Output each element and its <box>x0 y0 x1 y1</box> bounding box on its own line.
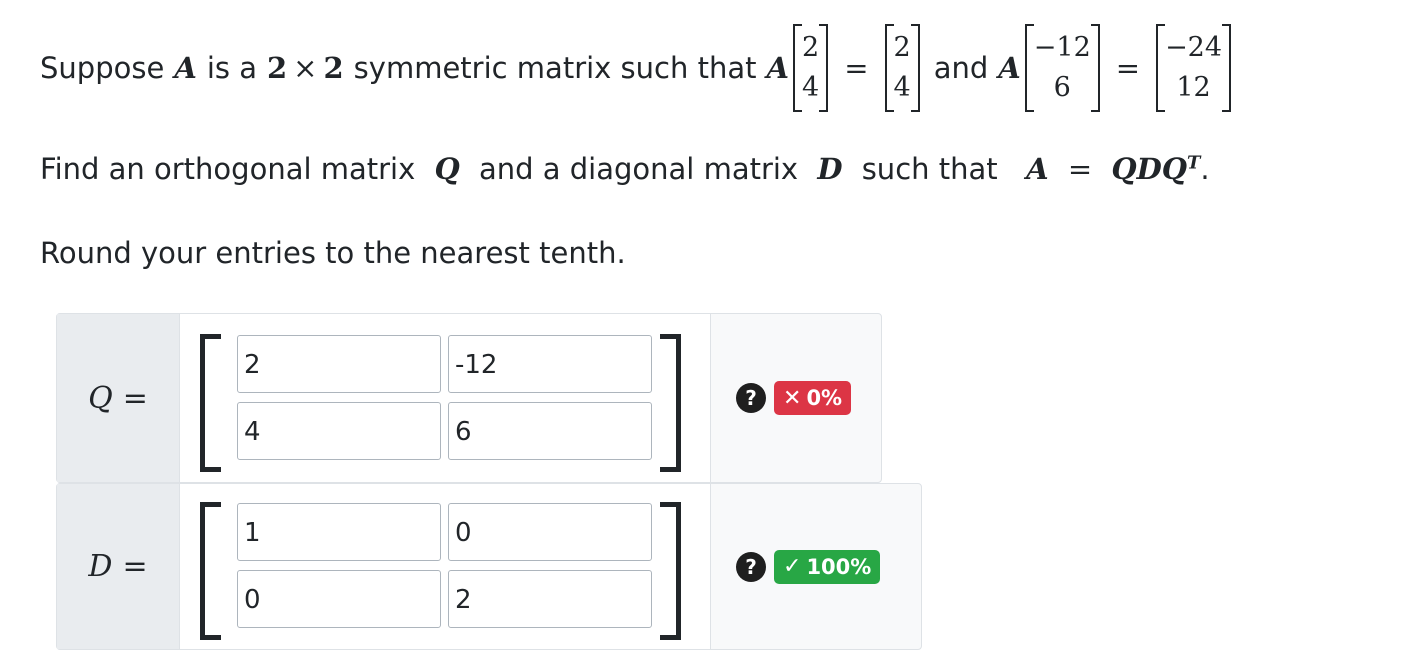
equals-sign: = <box>1067 152 1093 186</box>
result-1-top: 2 <box>893 32 911 63</box>
text-and: and <box>933 51 989 85</box>
q-cell-2-1[interactable]: 4 <box>237 402 441 460</box>
equals-sign: = <box>1115 51 1141 85</box>
text-and-diagonal: and a diagonal matrix <box>478 152 799 186</box>
rounding-instruction: Round your entries to the nearest tenth. <box>40 236 626 270</box>
text-suppose: Suppose <box>40 51 165 85</box>
d-cell-1-2[interactable]: 0 <box>448 503 652 561</box>
d-status: ? ✓ 100% <box>711 484 921 649</box>
q-cell-1-2[interactable]: -12 <box>448 335 652 393</box>
d-equals: = <box>122 549 148 584</box>
right-bracket <box>660 334 681 472</box>
score-text: 100% <box>806 554 872 579</box>
left-bracket <box>200 334 221 472</box>
q-label: Q = <box>57 314 180 482</box>
transpose-sup: T <box>1187 152 1201 174</box>
result-2-top: −24 <box>1165 32 1223 63</box>
vector-2-top: −12 <box>1033 32 1091 63</box>
score-badge-correct: ✓ 100% <box>774 549 881 584</box>
vector-1: 2 4 <box>793 24 829 112</box>
times-sign: × <box>293 51 318 85</box>
d-var: D <box>88 549 113 584</box>
q-equals: = <box>122 380 148 416</box>
q-var: Q <box>88 380 113 416</box>
var-a: A <box>998 51 1021 85</box>
vector-2: −12 6 <box>1024 24 1100 112</box>
text-such-that: such that <box>861 152 998 186</box>
q-status: ? ✕ 0% <box>711 314 881 482</box>
d-cell-2-1[interactable]: 0 <box>237 570 441 628</box>
result-2-bottom: 12 <box>1176 72 1211 103</box>
q-cell-1-1[interactable]: 2 <box>237 335 441 393</box>
result-1-bottom: 4 <box>893 72 911 103</box>
var-d: D <box>817 152 843 186</box>
var-a: A <box>766 51 789 85</box>
score-text: 0% <box>806 386 843 410</box>
d-cell-1-1[interactable]: 1 <box>237 503 441 561</box>
x-icon: ✕ <box>783 385 802 411</box>
var-q: Q <box>434 152 460 186</box>
check-icon: ✓ <box>783 554 802 579</box>
vector-1-top: 2 <box>802 32 820 63</box>
equals-sign: = <box>844 51 869 85</box>
q-cell-2-2[interactable]: 6 <box>448 402 652 460</box>
problem-statement-line-1: Suppose A is a 2 × 2 symmetric matrix su… <box>40 18 1235 118</box>
vector-1-bottom: 4 <box>802 72 820 103</box>
d-cell-2-2[interactable]: 2 <box>448 570 652 628</box>
vector-2-bottom: 6 <box>1053 72 1071 103</box>
text-is-a: is a <box>206 51 257 85</box>
dim-cols: 2 <box>323 51 344 85</box>
score-badge-incorrect: ✕ 0% <box>774 381 852 415</box>
q-answer-card: Q = 2 -12 4 6 ? ✕ 0% <box>56 313 882 483</box>
left-bracket <box>200 502 221 640</box>
d-label: D = <box>57 484 180 649</box>
eq-lhs: A <box>1026 152 1049 186</box>
problem-statement-line-2: Find an orthogonal matrix Q and a diagon… <box>40 152 1210 186</box>
text-symmetric: symmetric matrix such that <box>353 51 757 85</box>
right-bracket <box>660 502 681 640</box>
var-a: A <box>174 51 197 85</box>
text-find: Find an orthogonal matrix <box>40 152 416 186</box>
help-icon[interactable]: ? <box>736 551 766 582</box>
result-1: 2 4 <box>884 24 920 112</box>
d-answer-card: D = 1 0 0 2 ? ✓ 100% <box>56 483 922 650</box>
period: . <box>1200 152 1210 186</box>
eq-rhs: QDQ <box>1111 152 1188 186</box>
q-matrix: 2 -12 4 6 <box>180 314 711 482</box>
result-2: −24 12 <box>1156 24 1232 112</box>
help-icon[interactable]: ? <box>736 383 766 413</box>
dim-rows: 2 <box>266 51 288 85</box>
d-matrix: 1 0 0 2 <box>180 484 711 649</box>
